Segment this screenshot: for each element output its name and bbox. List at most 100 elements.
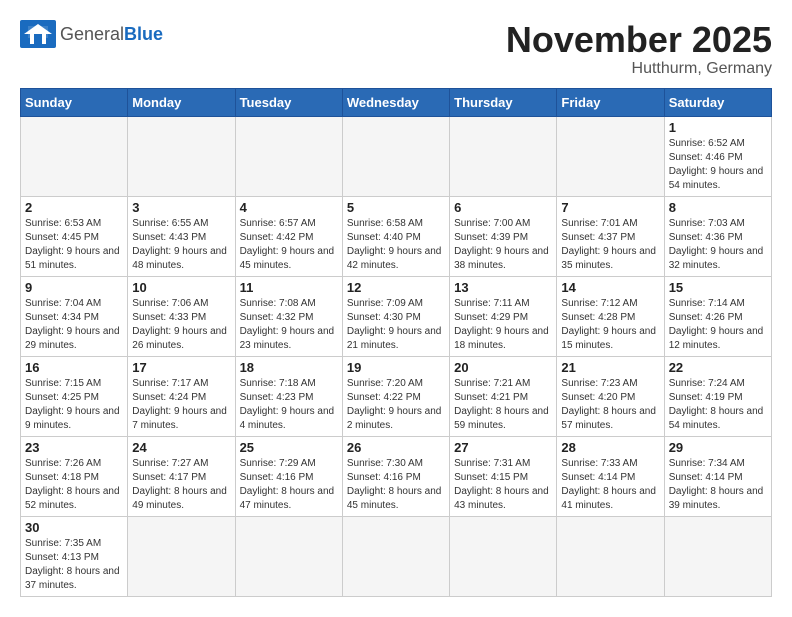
column-header-sunday: Sunday	[21, 88, 128, 116]
column-header-friday: Friday	[557, 88, 664, 116]
day-info: Sunrise: 7:17 AM Sunset: 4:24 PM Dayligh…	[132, 377, 230, 433]
calendar-cell: 24 Sunrise: 7:27 AM Sunset: 4:17 PM Dayli…	[128, 436, 235, 516]
calendar-week-row: 16 Sunrise: 7:15 AM Sunset: 4:25 PM Dayli…	[21, 356, 772, 436]
calendar-cell: 19Sunrise: 7:20 AM Sunset: 4:22 PM Dayli…	[342, 356, 449, 436]
calendar-cell: 11 Sunrise: 7:08 AM Sunset: 4:32 PM Dayli…	[235, 276, 342, 356]
day-number: 16	[25, 360, 123, 375]
calendar-cell: 20 Sunrise: 7:21 AM Sunset: 4:21 PM Dayli…	[450, 356, 557, 436]
day-number: 8	[669, 200, 767, 215]
day-info: Sunrise: 7:15 AM Sunset: 4:25 PM Dayligh…	[25, 377, 123, 433]
day-info: Sunrise: 7:23 AM Sunset: 4:20 PM Dayligh…	[561, 377, 659, 433]
calendar: SundayMondayTuesdayWednesdayThursdayFrid…	[20, 88, 772, 597]
day-number: 18	[240, 360, 338, 375]
logo-blue: Blue	[124, 24, 163, 44]
day-number: 17	[132, 360, 230, 375]
calendar-cell: 28Sunrise: 7:33 AM Sunset: 4:14 PM Dayli…	[557, 436, 664, 516]
day-number: 30	[25, 520, 123, 535]
location-title: Hutthurm, Germany	[506, 60, 772, 78]
calendar-cell: 7 Sunrise: 7:01 AM Sunset: 4:37 PM Daylig…	[557, 196, 664, 276]
calendar-cell	[450, 116, 557, 196]
day-number: 26	[347, 440, 445, 455]
day-number: 24	[132, 440, 230, 455]
day-info: Sunrise: 7:01 AM Sunset: 4:37 PM Dayligh…	[561, 217, 659, 273]
day-number: 20	[454, 360, 552, 375]
day-info: Sunrise: 7:11 AM Sunset: 4:29 PM Dayligh…	[454, 297, 552, 353]
day-info: Sunrise: 7:00 AM Sunset: 4:39 PM Dayligh…	[454, 217, 552, 273]
day-number: 7	[561, 200, 659, 215]
calendar-cell	[235, 516, 342, 596]
calendar-cell	[128, 516, 235, 596]
day-info: Sunrise: 7:12 AM Sunset: 4:28 PM Dayligh…	[561, 297, 659, 353]
calendar-cell	[128, 116, 235, 196]
calendar-cell: 18 Sunrise: 7:18 AM Sunset: 4:23 PM Dayli…	[235, 356, 342, 436]
calendar-cell: 8Sunrise: 7:03 AM Sunset: 4:36 PM Daylig…	[664, 196, 771, 276]
day-info: Sunrise: 7:30 AM Sunset: 4:16 PM Dayligh…	[347, 457, 445, 513]
calendar-cell: 25 Sunrise: 7:29 AM Sunset: 4:16 PM Dayli…	[235, 436, 342, 516]
calendar-week-row: 23Sunrise: 7:26 AM Sunset: 4:18 PM Dayli…	[21, 436, 772, 516]
logo: GeneralBlue	[20, 20, 163, 48]
column-header-tuesday: Tuesday	[235, 88, 342, 116]
calendar-cell: 23Sunrise: 7:26 AM Sunset: 4:18 PM Dayli…	[21, 436, 128, 516]
calendar-cell	[342, 516, 449, 596]
day-info: Sunrise: 7:08 AM Sunset: 4:32 PM Dayligh…	[240, 297, 338, 353]
day-number: 19	[347, 360, 445, 375]
calendar-cell	[342, 116, 449, 196]
calendar-cell: 10 Sunrise: 7:06 AM Sunset: 4:33 PM Dayli…	[128, 276, 235, 356]
day-number: 23	[25, 440, 123, 455]
calendar-cell: 17 Sunrise: 7:17 AM Sunset: 4:24 PM Dayli…	[128, 356, 235, 436]
calendar-cell: 6Sunrise: 7:00 AM Sunset: 4:39 PM Daylig…	[450, 196, 557, 276]
column-header-wednesday: Wednesday	[342, 88, 449, 116]
calendar-cell: 30 Sunrise: 7:35 AM Sunset: 4:13 PM Dayli…	[21, 516, 128, 596]
logo-text: GeneralBlue	[60, 24, 163, 45]
calendar-cell	[21, 116, 128, 196]
day-number: 14	[561, 280, 659, 295]
logo-icon	[20, 20, 56, 48]
column-header-monday: Monday	[128, 88, 235, 116]
calendar-cell: 29Sunrise: 7:34 AM Sunset: 4:14 PM Dayli…	[664, 436, 771, 516]
calendar-cell: 15 Sunrise: 7:14 AM Sunset: 4:26 PM Dayli…	[664, 276, 771, 356]
calendar-cell: 21Sunrise: 7:23 AM Sunset: 4:20 PM Dayli…	[557, 356, 664, 436]
day-info: Sunrise: 7:06 AM Sunset: 4:33 PM Dayligh…	[132, 297, 230, 353]
day-info: Sunrise: 7:31 AM Sunset: 4:15 PM Dayligh…	[454, 457, 552, 513]
day-info: Sunrise: 7:27 AM Sunset: 4:17 PM Dayligh…	[132, 457, 230, 513]
calendar-cell: 2Sunrise: 6:53 AM Sunset: 4:45 PM Daylig…	[21, 196, 128, 276]
calendar-cell: 13Sunrise: 7:11 AM Sunset: 4:29 PM Dayli…	[450, 276, 557, 356]
calendar-cell	[557, 516, 664, 596]
calendar-cell: 12 Sunrise: 7:09 AM Sunset: 4:30 PM Dayli…	[342, 276, 449, 356]
month-title: November 2025	[506, 20, 772, 60]
day-info: Sunrise: 7:04 AM Sunset: 4:34 PM Dayligh…	[25, 297, 123, 353]
day-number: 29	[669, 440, 767, 455]
calendar-cell: 16 Sunrise: 7:15 AM Sunset: 4:25 PM Dayli…	[21, 356, 128, 436]
day-info: Sunrise: 7:35 AM Sunset: 4:13 PM Dayligh…	[25, 537, 123, 593]
calendar-week-row: 30 Sunrise: 7:35 AM Sunset: 4:13 PM Dayli…	[21, 516, 772, 596]
calendar-cell	[557, 116, 664, 196]
day-number: 12	[347, 280, 445, 295]
column-header-thursday: Thursday	[450, 88, 557, 116]
day-number: 11	[240, 280, 338, 295]
day-info: Sunrise: 7:24 AM Sunset: 4:19 PM Dayligh…	[669, 377, 767, 433]
day-info: Sunrise: 7:33 AM Sunset: 4:14 PM Dayligh…	[561, 457, 659, 513]
calendar-week-row: 1Sunrise: 6:52 AM Sunset: 4:46 PM Daylig…	[21, 116, 772, 196]
day-info: Sunrise: 7:09 AM Sunset: 4:30 PM Dayligh…	[347, 297, 445, 353]
calendar-cell	[450, 516, 557, 596]
day-info: Sunrise: 7:21 AM Sunset: 4:21 PM Dayligh…	[454, 377, 552, 433]
day-number: 15	[669, 280, 767, 295]
calendar-week-row: 9Sunrise: 7:04 AM Sunset: 4:34 PM Daylig…	[21, 276, 772, 356]
calendar-cell: 5Sunrise: 6:58 AM Sunset: 4:40 PM Daylig…	[342, 196, 449, 276]
header: GeneralBlue November 2025 Hutthurm, Germ…	[20, 20, 772, 78]
day-number: 1	[669, 120, 767, 135]
logo-general: GeneralBlue	[60, 24, 163, 44]
calendar-cell	[235, 116, 342, 196]
column-header-saturday: Saturday	[664, 88, 771, 116]
day-info: Sunrise: 7:29 AM Sunset: 4:16 PM Dayligh…	[240, 457, 338, 513]
day-number: 25	[240, 440, 338, 455]
day-info: Sunrise: 7:18 AM Sunset: 4:23 PM Dayligh…	[240, 377, 338, 433]
calendar-cell: 27Sunrise: 7:31 AM Sunset: 4:15 PM Dayli…	[450, 436, 557, 516]
day-info: Sunrise: 7:14 AM Sunset: 4:26 PM Dayligh…	[669, 297, 767, 353]
title-area: November 2025 Hutthurm, Germany	[506, 20, 772, 78]
day-number: 5	[347, 200, 445, 215]
day-number: 4	[240, 200, 338, 215]
calendar-cell: 26 Sunrise: 7:30 AM Sunset: 4:16 PM Dayli…	[342, 436, 449, 516]
day-number: 10	[132, 280, 230, 295]
day-number: 3	[132, 200, 230, 215]
